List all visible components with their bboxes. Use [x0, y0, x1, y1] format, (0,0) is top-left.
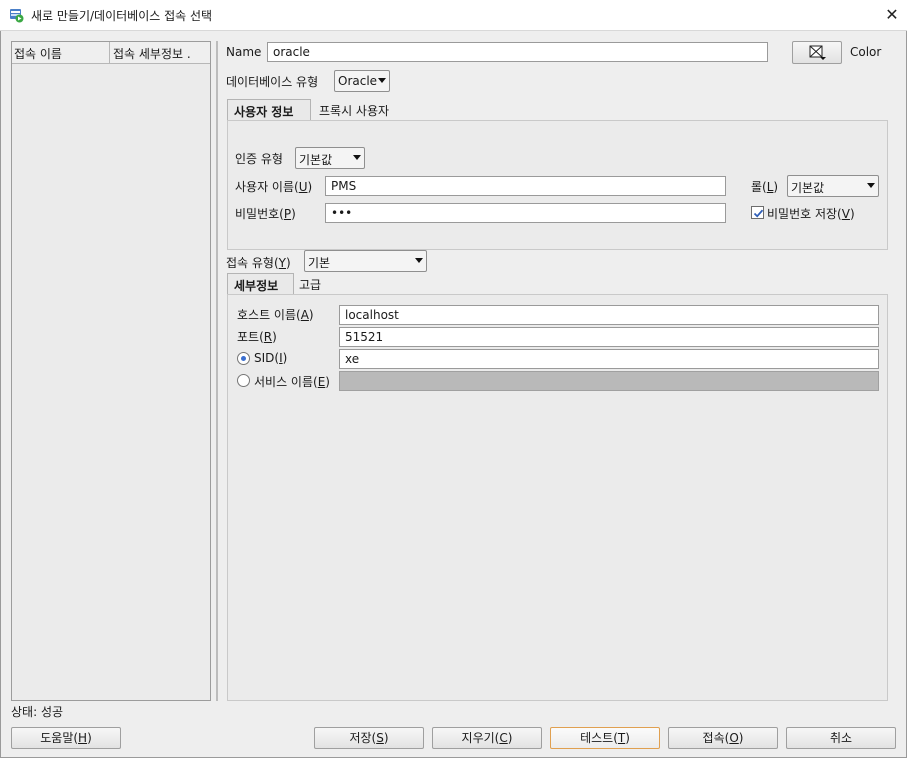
chevron-down-icon	[378, 78, 386, 83]
chevron-down-icon	[867, 183, 875, 188]
database-type-select[interactable]: Oracle	[334, 70, 390, 92]
auth-type-select[interactable]: 기본값	[295, 147, 365, 169]
sid-input[interactable]: xe	[339, 349, 879, 369]
password-label: 비밀번호(P)	[235, 207, 296, 221]
chevron-down-icon	[353, 155, 361, 160]
checkmark-icon	[753, 209, 764, 218]
username-input[interactable]: PMS	[325, 176, 726, 196]
save-password-checkbox[interactable]	[751, 206, 764, 219]
column-connection-name[interactable]: 접속 이름	[14, 45, 62, 62]
connection-type-value: 기본	[308, 256, 331, 270]
test-button[interactable]: 테스트(T)	[550, 727, 660, 749]
tab-proxy-user[interactable]: 프록시 사용자	[313, 99, 395, 121]
tab-user-info[interactable]: 사용자 정보	[227, 99, 311, 121]
column-connection-details[interactable]: 접속 세부정보 .	[113, 45, 191, 62]
column-divider[interactable]	[109, 42, 110, 64]
password-input[interactable]: •••	[325, 203, 726, 223]
auth-type-label: 인증 유형	[235, 152, 283, 166]
role-label: 롤(L)	[751, 180, 779, 194]
status-text: 상태: 성공	[11, 705, 64, 719]
tab-advanced[interactable]: 고급	[293, 273, 327, 295]
connection-list-header: 접속 이름 접속 세부정보 .	[12, 42, 210, 64]
save-button[interactable]: 저장(S)	[314, 727, 424, 749]
auth-type-value: 기본값	[299, 153, 333, 167]
connection-type-label: 접속 유형(Y)	[226, 256, 291, 270]
host-input[interactable]: localhost	[339, 305, 879, 325]
service-name-label: 서비스 이름(E)	[254, 375, 330, 389]
tab-details[interactable]: 세부정보	[227, 273, 294, 295]
database-type-value: Oracle	[338, 74, 378, 88]
connect-button[interactable]: 접속(O)	[668, 727, 778, 749]
window-title: 새로 만들기/데이터베이스 접속 선택	[31, 9, 213, 23]
host-label: 호스트 이름(A)	[237, 308, 314, 322]
color-picker-icon	[809, 45, 826, 60]
service-name-radio[interactable]	[237, 374, 250, 387]
sid-radio[interactable]	[237, 352, 250, 365]
close-icon[interactable]: ✕	[882, 5, 902, 25]
service-name-input[interactable]	[339, 371, 879, 391]
username-label: 사용자 이름(U)	[235, 180, 313, 194]
connection-type-select[interactable]: 기본	[304, 250, 427, 272]
clear-button[interactable]: 지우기(C)	[432, 727, 542, 749]
cancel-button[interactable]: 취소	[786, 727, 896, 749]
connection-list[interactable]: 접속 이름 접속 세부정보 .	[11, 41, 211, 701]
sid-label: SID(I)	[254, 351, 288, 365]
port-label: 포트(R)	[237, 330, 277, 344]
name-label: Name	[226, 45, 262, 59]
color-label: Color	[850, 45, 882, 59]
chevron-down-icon	[415, 258, 423, 263]
save-password-label: 비밀번호 저장(V)	[767, 207, 855, 221]
role-select[interactable]: 기본값	[787, 175, 879, 197]
title-bar: 새로 만들기/데이터베이스 접속 선택 ✕	[0, 0, 907, 31]
database-type-label: 데이터베이스 유형	[226, 75, 319, 89]
role-value: 기본값	[791, 181, 825, 195]
panel-splitter[interactable]	[216, 41, 218, 701]
help-button[interactable]: 도움말(H)	[11, 727, 121, 749]
database-connection-icon	[10, 9, 24, 23]
port-input[interactable]: 51521	[339, 327, 879, 347]
color-button[interactable]	[792, 41, 842, 64]
name-input[interactable]: oracle	[267, 42, 768, 62]
